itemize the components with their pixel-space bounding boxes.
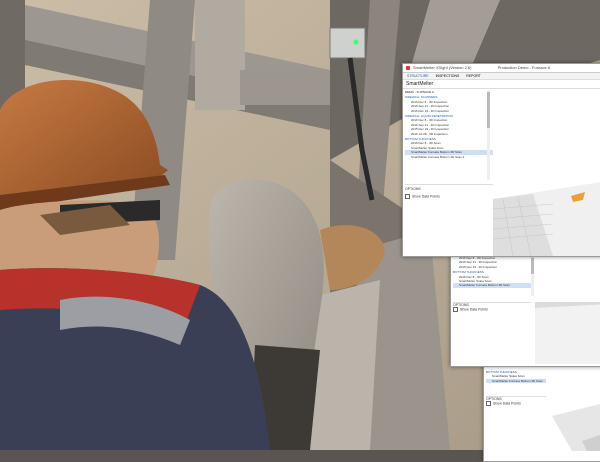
sensor-device	[329, 27, 366, 59]
tree-item[interactable]: 2015 Dec 19 - 3D Inspection	[405, 109, 493, 113]
app-logo-icon	[406, 66, 410, 70]
checkbox-label: Show Data Points	[460, 307, 488, 312]
app-window-front: SmartMelter XSight (Version 2.6) Product…	[402, 63, 600, 257]
app-subtitle: Production Demo - Furnace A	[497, 65, 551, 70]
app-window-back: BOTTOM THICKNESS SmartMelter Sidea Scan …	[483, 365, 600, 462]
breadcrumb: SmartMelter	[403, 80, 600, 89]
show-data-points-checkbox[interactable]	[405, 194, 410, 199]
tree-item[interactable]: 2016 Jul 28 - 3D Inspection	[405, 132, 493, 136]
tab-inspections[interactable]: INSPECTIONS	[436, 74, 460, 78]
checkbox-label: Show Data Points	[412, 194, 440, 199]
checkbox-label: Show Data Points	[493, 401, 521, 406]
mesh-view	[552, 404, 600, 451]
scrollbar[interactable]	[531, 256, 534, 296]
tree-item-selected[interactable]: SmartMelter Furnace Bottom 3D Scan	[453, 283, 531, 288]
structure-tree: DEMO - FURNACE A SIDEWALL SCANNERS 2016 …	[405, 90, 493, 159]
tree-item[interactable]: 2015 Dec 19 - 3D Inspection	[453, 265, 531, 269]
tree-item[interactable]: SmartMelter Furnace Bottom 3D Scan 2	[405, 155, 493, 159]
checkbox[interactable]	[486, 401, 491, 406]
tab-report[interactable]: REPORT	[466, 74, 481, 78]
app-title: SmartMelter XSight (Version 2.6)	[413, 65, 472, 70]
tree-item-selected[interactable]: SmartMelter Furnace Bottom 3D Scan	[486, 378, 546, 384]
tab-bar: STRUCTURE INSPECTIONS REPORT	[403, 73, 600, 80]
app-window-middle: 2016 Dec 8 - 3D Inspection 2016 Sep 21 -…	[450, 253, 600, 367]
title-bar: SmartMelter XSight (Version 2.6) Product…	[403, 64, 600, 73]
scrollbar[interactable]	[487, 90, 490, 180]
options-label: OPTIONS	[405, 187, 421, 191]
tab-structure[interactable]: STRUCTURE	[407, 74, 429, 78]
tree-header: DEMO - FURNACE A	[405, 90, 434, 94]
options-panel: OPTIONS Show Data Points	[405, 184, 493, 199]
3d-scan-view[interactable]	[493, 164, 600, 256]
checkbox[interactable]	[453, 307, 458, 312]
mesh-view	[535, 302, 600, 364]
